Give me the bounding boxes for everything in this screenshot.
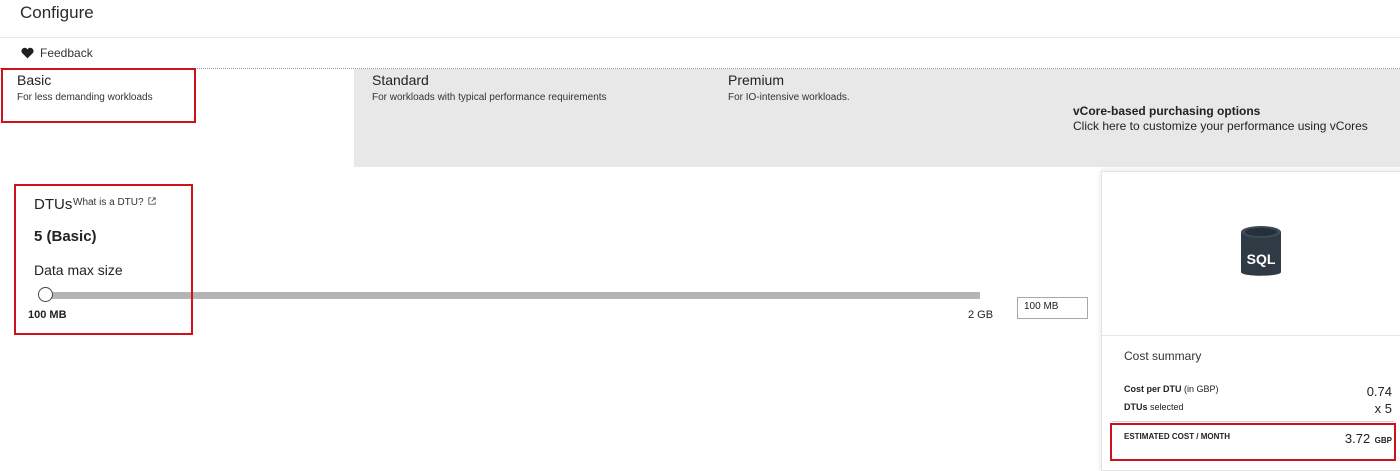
data-size-input[interactable]: 100 MB <box>1017 297 1088 319</box>
cost-per-dtu-label-bold: Cost per DTU <box>1124 384 1182 394</box>
highlight-box-dtu <box>14 184 193 335</box>
vcore-option[interactable]: vCore-based purchasing options Click her… <box>1073 104 1393 138</box>
dtus-selected-value: x 5 <box>1374 401 1392 416</box>
sql-database-icon: SQL <box>1238 224 1284 285</box>
tier-premium-name: Premium <box>728 72 785 88</box>
feedback-label: Feedback <box>40 46 93 60</box>
tier-premium[interactable]: Premium For IO-intensive workloads. <box>728 72 1028 122</box>
cost-card-divider <box>1102 335 1400 336</box>
cost-summary-title: Cost summary <box>1124 349 1202 363</box>
header-divider <box>0 37 1400 38</box>
slider-max-label: 2 GB <box>968 309 994 321</box>
tier-premium-desc: For IO-intensive workloads. <box>728 92 850 103</box>
tier-standard-desc: For workloads with typical performance r… <box>372 92 607 103</box>
highlight-box-tier <box>1 68 196 123</box>
vcore-title: vCore-based purchasing options <box>1073 104 1261 118</box>
cost-per-dtu-value: 0.74 <box>1366 384 1392 399</box>
dtus-selected-label-rest: selected <box>1147 402 1184 412</box>
feedback-link[interactable]: Feedback <box>21 46 93 60</box>
dtus-selected-label: DTUs selected <box>1124 402 1184 412</box>
cost-per-dtu-label-rest: (in GBP) <box>1181 384 1219 394</box>
heart-icon <box>21 47 34 59</box>
page-title: Configure <box>20 3 94 22</box>
cost-per-dtu-label: Cost per DTU (in GBP) <box>1124 384 1219 394</box>
tier-standard-name: Standard <box>372 72 429 88</box>
tier-standard[interactable]: Standard For workloads with typical perf… <box>372 72 712 122</box>
cost-total-divider <box>1112 421 1394 422</box>
vcore-desc: Click here to customize your performance… <box>1073 119 1368 133</box>
sql-icon-text: SQL <box>1247 251 1276 267</box>
dtus-selected-label-bold: DTUs <box>1124 402 1148 412</box>
highlight-box-cost <box>1110 423 1396 461</box>
